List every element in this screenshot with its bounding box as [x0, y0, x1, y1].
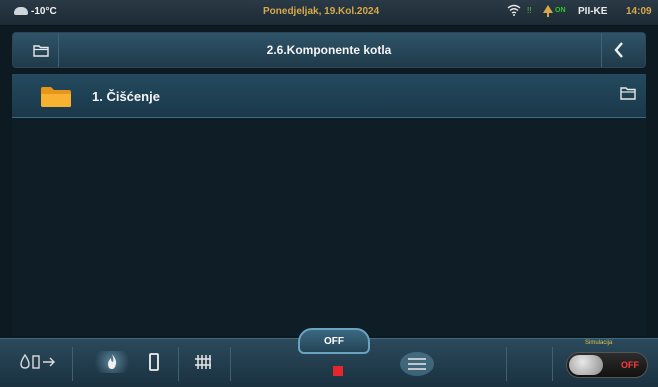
off-mode-button[interactable]: OFF — [298, 328, 370, 354]
simulation-state: OFF — [621, 360, 639, 370]
toggle-switch-icon — [569, 355, 603, 375]
open-folder-icon[interactable] — [620, 86, 636, 100]
water-flame-icon — [20, 353, 55, 369]
radiator-icon — [195, 355, 211, 369]
on-badge: ON — [555, 7, 566, 14]
page-header: 2.6.Komponente kotla — [12, 32, 646, 68]
divider — [230, 347, 231, 381]
flame-icon — [108, 354, 117, 369]
device-model: PII-KE — [578, 6, 608, 17]
temperature-value: -10°C — [31, 6, 57, 17]
menu-icon[interactable] — [400, 352, 434, 376]
divider — [72, 347, 73, 381]
radiator-button[interactable] — [190, 351, 216, 373]
cloud-icon — [14, 7, 28, 15]
list-item-ciscenje[interactable]: 1. Čišćenje — [12, 74, 646, 118]
water-flame-button[interactable] — [18, 351, 58, 373]
outdoor-temperature: -10°C — [14, 6, 57, 17]
single-column-icon — [149, 353, 159, 371]
back-chevron-icon — [613, 42, 623, 58]
tree-icon — [543, 5, 553, 17]
date-display: Ponedjeljak, 19.Kol.2024 — [263, 6, 380, 17]
back-button[interactable] — [601, 33, 635, 67]
list-item-label: 1. Čišćenje — [92, 89, 160, 104]
simulation-label: Simulacija — [585, 340, 613, 346]
status-bar: -10°C Ponedjeljak, 19.Kol.2024 !! ON PII… — [0, 0, 658, 26]
simulation-toggle[interactable]: OFF — [566, 352, 648, 378]
wifi-icon — [507, 4, 521, 16]
yellow-folder-icon — [41, 87, 71, 107]
single-column-button[interactable] — [142, 351, 166, 373]
content-area — [12, 118, 646, 336]
page-title: 2.6.Komponente kotla — [266, 43, 392, 57]
stop-icon[interactable] — [333, 366, 343, 376]
divider — [552, 347, 553, 381]
flame-button[interactable] — [90, 351, 134, 373]
clock: 14:09 — [626, 6, 652, 17]
divider — [506, 347, 507, 381]
divider — [178, 347, 179, 381]
signal-indicator: !! — [527, 6, 532, 15]
